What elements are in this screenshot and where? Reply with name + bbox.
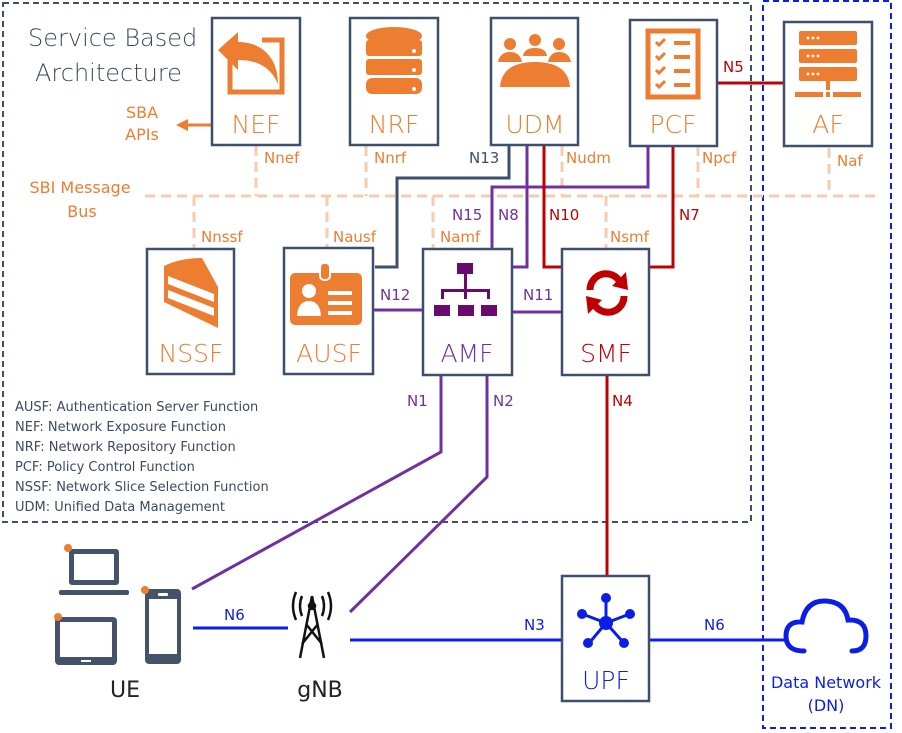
udm-node[interactable]: UDM: [489, 16, 580, 147]
nnrf-label: Nnrf: [374, 149, 407, 167]
pcf-label: PCF: [650, 110, 697, 139]
title-line2: Architecture: [35, 59, 182, 87]
legend-item: UDM: Unified Data Management: [15, 500, 225, 515]
legend-item: NSSF: Network Slice Selection Function: [15, 480, 269, 495]
amf-label: AMF: [440, 339, 493, 368]
n1-label: N1: [407, 392, 428, 410]
legend-item: PCF: Policy Control Function: [15, 460, 195, 475]
nnssf-label: Nnssf: [201, 228, 243, 246]
n7-link: [649, 146, 675, 269]
n4-label: N4: [612, 392, 633, 410]
n5-label: N5: [723, 58, 744, 76]
legend-item: AUSF: Authentication Server Function: [15, 400, 258, 415]
cloud-icon: [783, 598, 869, 654]
amf-node[interactable]: AMF: [421, 247, 514, 377]
n11-label: N11: [523, 286, 553, 304]
sbi-bus-line1: SBI Message: [29, 178, 130, 197]
n13-label: N13: [469, 149, 499, 167]
ausf-node[interactable]: AUSF: [282, 246, 375, 376]
ue-label: UE: [110, 678, 140, 703]
sba-apis-arrow: [176, 119, 212, 131]
nausf-label: Nausf: [333, 228, 377, 246]
nrf-node[interactable]: NRF: [348, 16, 440, 147]
n2-link: [348, 375, 489, 614]
data-network-node[interactable]: Data Network (DN): [771, 598, 882, 715]
sbi-message-bus: [145, 146, 880, 248]
cell-tower-icon: [291, 591, 333, 659]
upf-node[interactable]: UPF: [560, 574, 651, 703]
sba-apis-line1: SBA: [126, 103, 158, 122]
dn-label-line2: (DN): [808, 696, 845, 715]
nrf-label: NRF: [369, 110, 419, 139]
n8-label: N8: [498, 206, 519, 224]
ue-node[interactable]: UE: [54, 544, 181, 703]
sbi-bus-line2: Bus: [67, 202, 96, 221]
n6-ue-label: N6: [224, 606, 245, 624]
nudm-label: Nudm: [566, 149, 611, 167]
tablet-icon: [54, 613, 117, 665]
gnb-node[interactable]: gNB: [291, 591, 343, 703]
af-label: AF: [812, 110, 843, 139]
namf-label: Namf: [440, 228, 481, 246]
laptop-icon: [59, 544, 129, 595]
nsmf-label: Nsmf: [610, 228, 650, 246]
naf-label: Naf: [837, 152, 863, 170]
legend-item: NRF: Network Repository Function: [15, 440, 236, 455]
af-node[interactable]: AF: [782, 20, 874, 148]
nssf-label: NSSF: [159, 339, 224, 368]
ausf-label: AUSF: [296, 339, 362, 368]
n3-label: N3: [524, 616, 545, 634]
nef-label: NEF: [232, 110, 281, 139]
n12-label: N12: [380, 286, 410, 304]
sba-diagram: Service Based Architecture SBA APIs SBI …: [2, 0, 892, 729]
database-icon: [366, 27, 422, 94]
nef-node[interactable]: NEF: [210, 16, 302, 147]
pcf-node[interactable]: PCF: [628, 18, 719, 148]
nssf-node[interactable]: NSSF: [145, 247, 236, 376]
title-line1: Service Based: [28, 24, 197, 52]
upf-label: UPF: [582, 666, 630, 695]
legend: AUSF: Authentication Server Function NEF…: [15, 400, 269, 515]
legend-item: NEF: Network Exposure Function: [15, 420, 226, 435]
nnef-label: Nnef: [264, 149, 300, 167]
smf-node[interactable]: SMF: [560, 247, 651, 377]
n6-dn-label: N6: [704, 616, 725, 634]
n15-label: N15: [452, 206, 482, 224]
smf-label: SMF: [580, 339, 632, 368]
n10-label: N10: [549, 206, 579, 224]
dn-label-line1: Data Network: [771, 673, 882, 692]
n2-label: N2: [493, 392, 514, 410]
udm-label: UDM: [505, 110, 564, 139]
smartphone-icon: [141, 586, 181, 664]
npcf-label: Npcf: [702, 149, 737, 167]
n7-label: N7: [679, 206, 700, 224]
gnb-label: gNB: [297, 678, 343, 703]
sba-apis-line2: APIs: [125, 125, 159, 144]
